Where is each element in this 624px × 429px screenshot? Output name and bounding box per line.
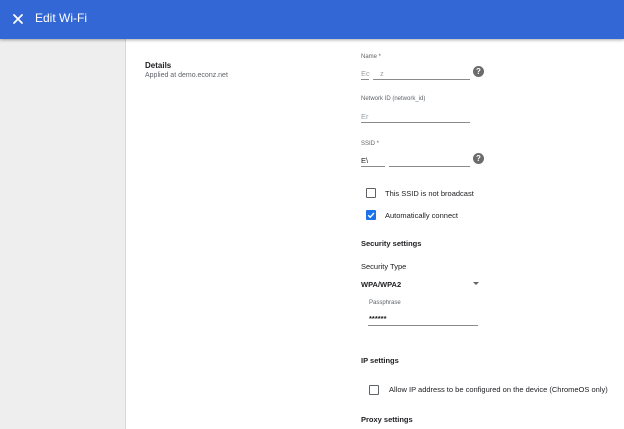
name-field-label: Name *: [361, 54, 382, 60]
ssid-underline: [361, 166, 385, 167]
not-broadcast-label: This SSID is not broadcast: [385, 189, 474, 198]
auto-connect-checkbox[interactable]: [366, 210, 376, 220]
network-id-input[interactable]: Er: [361, 112, 373, 121]
details-subtitle: Applied at demo.econz.net: [145, 72, 228, 79]
security-type-select[interactable]: WPA/WPA2: [361, 280, 401, 289]
page-title: Edit Wi-Fi: [35, 11, 87, 25]
ssid-hex-underline: [389, 166, 470, 167]
network-id-underline: [361, 122, 470, 123]
left-gutter: [0, 39, 125, 429]
name-field-input[interactable]: z: [380, 69, 468, 78]
proxy-settings-heading: Proxy settings: [361, 415, 413, 424]
allow-ip-label: Allow IP address to be configured on the…: [389, 385, 608, 394]
details-title: Details: [145, 61, 172, 70]
passphrase-underline: [368, 325, 478, 326]
network-id-label: Network ID (network_id): [361, 96, 426, 102]
name-field-prefix-underline: [361, 79, 369, 80]
allow-ip-checkbox[interactable]: [369, 385, 379, 395]
close-icon[interactable]: [9, 10, 27, 28]
name-field-prefix[interactable]: Ec: [361, 69, 370, 78]
auto-connect-label: Automatically connect: [385, 211, 458, 220]
checkmark-icon: [367, 212, 375, 219]
not-broadcast-checkbox[interactable]: [366, 188, 376, 198]
security-type-label: Security Type: [361, 262, 407, 271]
name-field-underline: [373, 79, 470, 80]
passphrase-input[interactable]: ******: [369, 314, 469, 323]
name-help-icon[interactable]: ?: [473, 66, 484, 77]
ssid-label: SSID *: [361, 141, 380, 147]
dropdown-caret-icon[interactable]: [473, 282, 479, 285]
security-heading: Security settings: [361, 239, 422, 248]
ssid-help-icon[interactable]: ?: [473, 153, 484, 164]
ssid-input[interactable]: E\: [361, 156, 371, 165]
ip-settings-heading: IP settings: [361, 356, 399, 365]
passphrase-label: Passphrase: [369, 300, 401, 306]
app-header: Edit Wi-Fi: [0, 0, 624, 39]
